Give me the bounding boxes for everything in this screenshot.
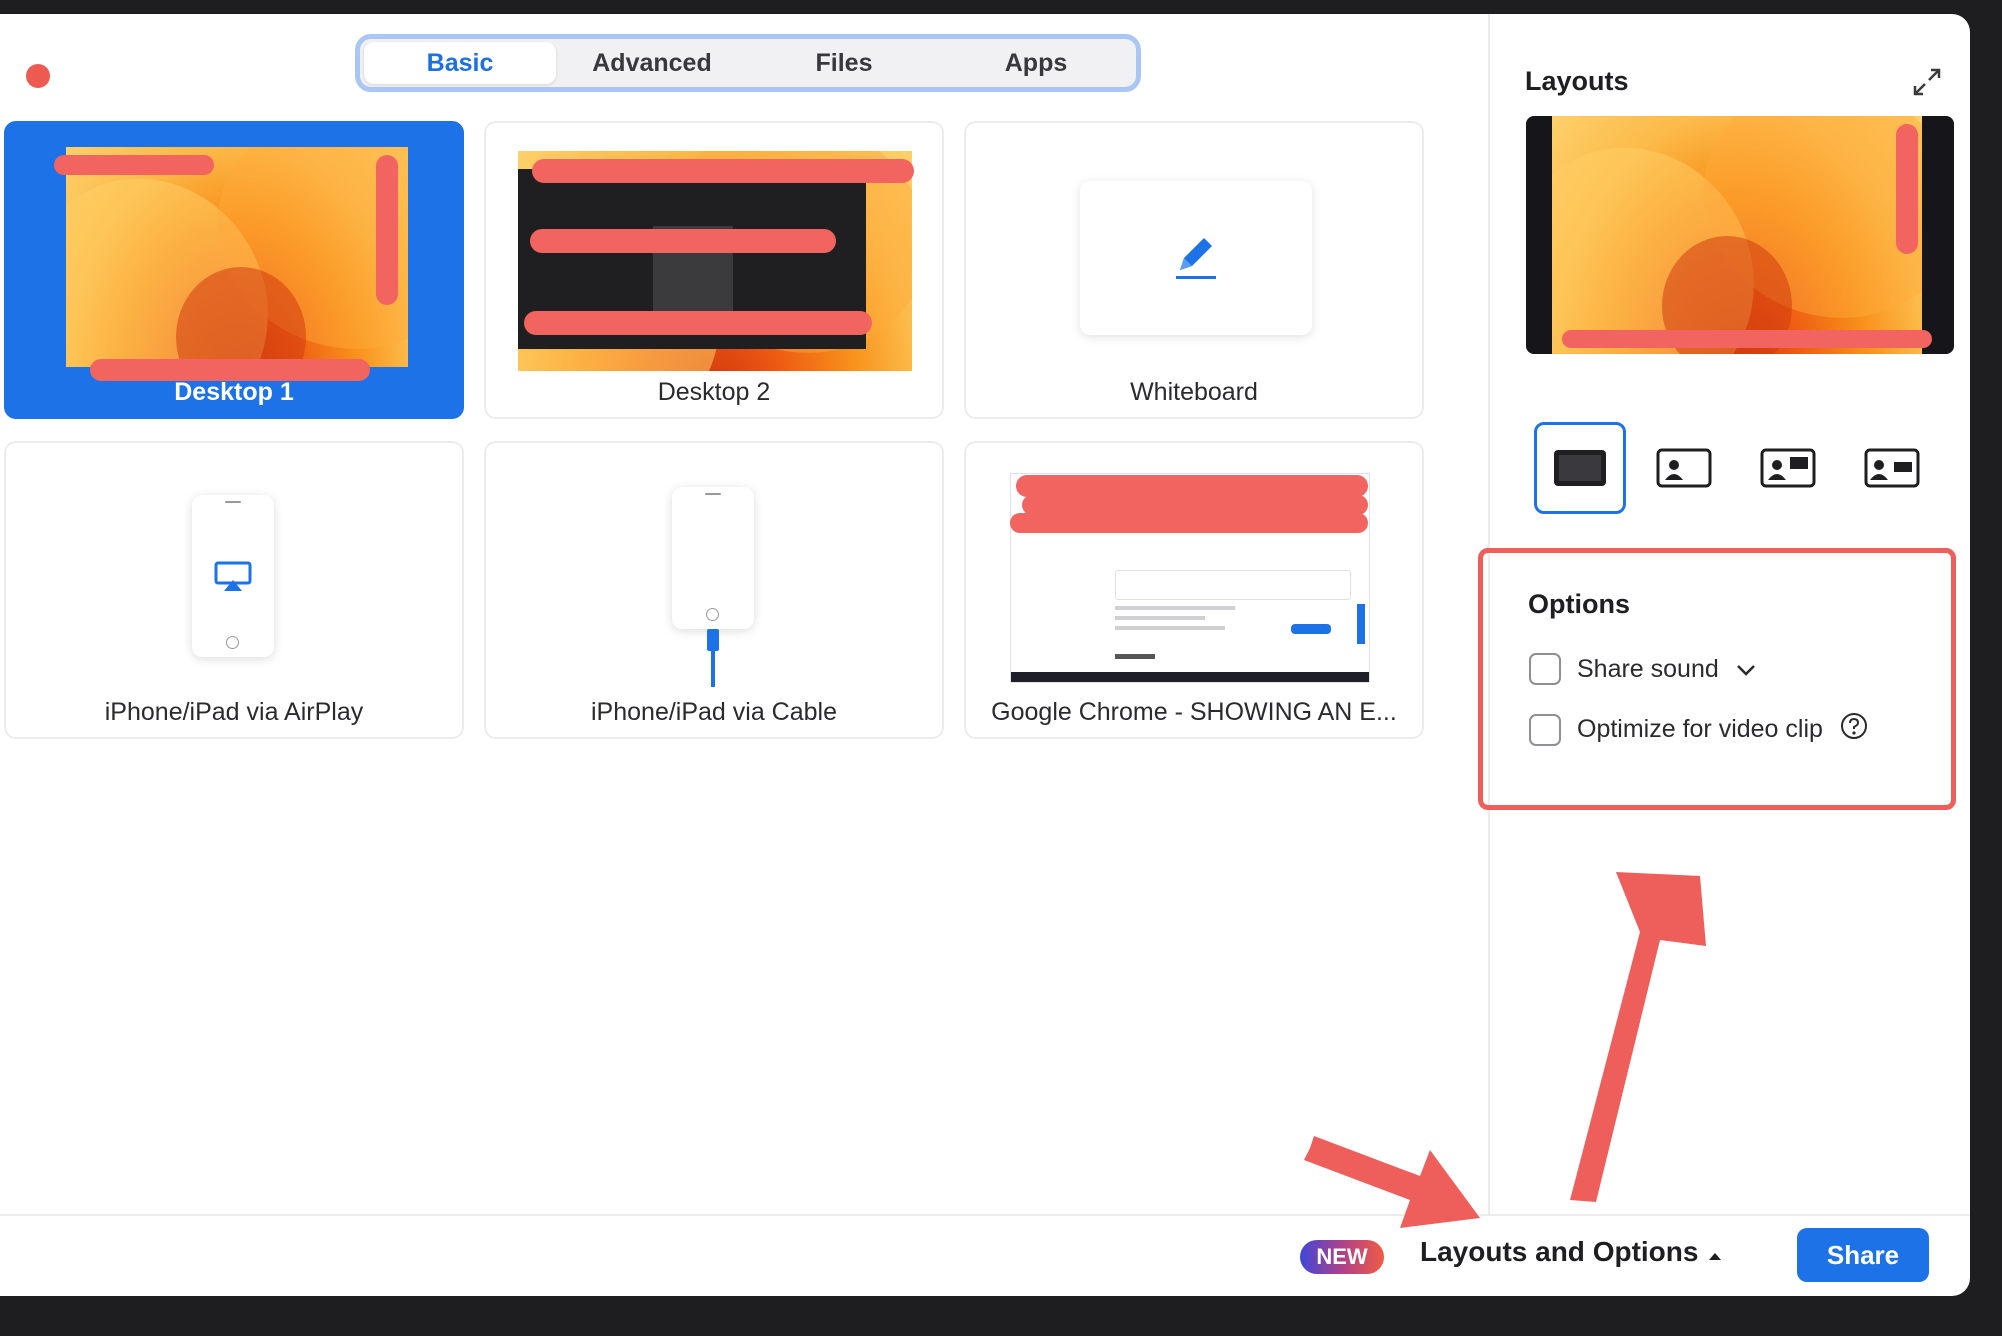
layouts-panel: Layouts Options Share sound Optimize for… <box>1478 14 1970 1214</box>
airplay-icon <box>214 561 252 598</box>
optimize-video-row: Optimize for video clip <box>1529 711 1869 748</box>
share-sound-checkbox[interactable] <box>1529 653 1561 685</box>
source-label: iPhone/iPad via Cable <box>591 698 837 726</box>
pencil-icon <box>1166 226 1226 291</box>
redaction-mark <box>1016 475 1368 497</box>
close-window-button[interactable] <box>26 64 50 88</box>
chevron-down-icon[interactable] <box>1735 655 1757 684</box>
source-label: iPhone/iPad via AirPlay <box>104 698 364 726</box>
bottom-bar: NEW Layouts and Options Share <box>0 1214 1970 1296</box>
caret-up-icon <box>1708 1236 1722 1268</box>
source-desktop-2[interactable]: Desktop 2 <box>484 121 944 419</box>
question-circle-icon[interactable] <box>1839 711 1869 748</box>
layouts-and-options-button[interactable]: Layouts and Options <box>1420 1236 1722 1268</box>
tab-advanced[interactable]: Advanced <box>556 42 748 84</box>
source-label: Desktop 1 <box>174 378 294 406</box>
phone-illustration <box>672 487 754 629</box>
desktop-1-thumbnail <box>66 147 408 367</box>
layout-presenter-left[interactable] <box>1638 422 1730 514</box>
layouts-and-options-label: Layouts and Options <box>1420 1236 1699 1267</box>
layouts-title: Layouts <box>1525 66 1629 96</box>
redaction-mark <box>532 159 914 183</box>
share-sound-row: Share sound <box>1529 653 1757 685</box>
source-iphone-cable[interactable]: iPhone/iPad via Cable <box>484 441 944 739</box>
redaction-mark <box>524 311 872 335</box>
expand-icon[interactable] <box>1909 64 1945 100</box>
redaction-mark <box>54 155 214 175</box>
layout-presenter-screen[interactable] <box>1742 422 1834 514</box>
cable-icon <box>706 629 720 694</box>
redaction-mark <box>1022 495 1368 515</box>
share-tabs: Basic Advanced Files Apps <box>355 34 1141 92</box>
source-desktop-1[interactable]: Desktop 1 <box>4 121 464 419</box>
source-label: Whiteboard <box>1130 378 1258 406</box>
source-iphone-airplay[interactable]: iPhone/iPad via AirPlay <box>4 441 464 739</box>
redaction-mark <box>1562 330 1932 348</box>
redaction-mark <box>530 229 836 253</box>
share-sound-label: Share sound <box>1577 654 1719 683</box>
desktop-2-thumbnail <box>518 151 912 371</box>
share-screen-window: Basic Advanced Files Apps Desktop 1 Desk… <box>0 14 1970 1296</box>
optimize-video-label: Optimize for video clip <box>1577 715 1823 743</box>
source-label: Desktop 2 <box>657 378 771 406</box>
new-badge: NEW <box>1300 1240 1384 1274</box>
tab-basic[interactable]: Basic <box>364 42 556 84</box>
layout-preview <box>1526 116 1954 354</box>
source-chrome-window[interactable]: Google Chrome - SHOWING AN E... <box>964 441 1424 739</box>
source-label: Google Chrome - SHOWING AN E... <box>991 698 1397 726</box>
source-whiteboard[interactable]: Whiteboard <box>964 121 1424 419</box>
whiteboard-card <box>1080 181 1312 335</box>
options-title: Options <box>1528 589 1630 619</box>
phone-illustration <box>192 495 274 657</box>
layout-options <box>1534 422 1938 514</box>
tab-files[interactable]: Files <box>748 42 940 84</box>
layout-screen-only[interactable] <box>1534 422 1626 514</box>
options-highlight-box: Options Share sound Optimize for video c… <box>1478 548 1956 810</box>
redaction-mark <box>1010 513 1368 533</box>
redaction-mark <box>376 155 398 305</box>
tab-apps[interactable]: Apps <box>940 42 1132 84</box>
optimize-video-checkbox[interactable] <box>1529 713 1561 746</box>
share-button[interactable]: Share <box>1797 1228 1929 1282</box>
layout-presenter-side[interactable] <box>1846 422 1938 514</box>
redaction-mark <box>1896 124 1918 254</box>
